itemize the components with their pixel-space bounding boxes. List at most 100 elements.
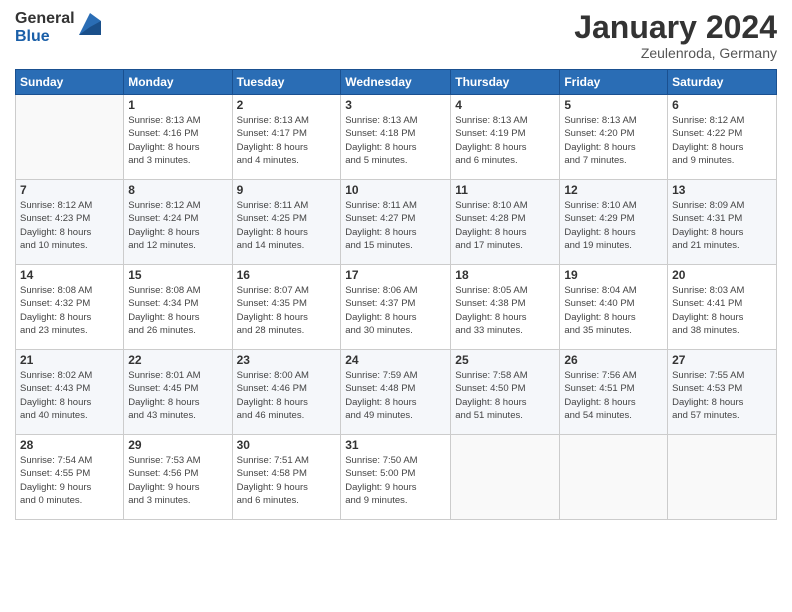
table-cell: 30Sunrise: 7:51 AM Sunset: 4:58 PM Dayli… <box>232 435 341 520</box>
header-saturday: Saturday <box>668 70 777 95</box>
calendar-page: General Blue January 2024 Zeulenroda, Ge… <box>0 0 792 612</box>
title-section: January 2024 Zeulenroda, Germany <box>574 10 777 61</box>
table-cell <box>451 435 560 520</box>
table-cell <box>16 95 124 180</box>
day-number: 17 <box>345 268 446 282</box>
day-info: Sunrise: 8:00 AM Sunset: 4:46 PM Dayligh… <box>237 369 337 422</box>
day-number: 18 <box>455 268 555 282</box>
table-cell: 4 Sunrise: 8:13 AM Sunset: 4:19 PM Daylig… <box>451 95 560 180</box>
month-title: January 2024 <box>574 10 777 45</box>
day-info: Sunrise: 7:56 AM Sunset: 4:51 PM Dayligh… <box>564 369 663 422</box>
day-number: 20 <box>672 268 772 282</box>
week-row-5: 28 Sunrise: 7:54 AM Sunset: 4:55 PM Dayli… <box>16 435 777 520</box>
day-number: 28 <box>20 438 119 452</box>
day-number: 27 <box>672 353 772 367</box>
table-cell: 18Sunrise: 8:05 AM Sunset: 4:38 PM Dayli… <box>451 265 560 350</box>
day-info: Sunrise: 7:50 AM Sunset: 5:00 PM Dayligh… <box>345 454 446 507</box>
day-info: Sunrise: 8:08 AM Sunset: 4:32 PM Dayligh… <box>20 284 119 337</box>
day-info: Sunrise: 7:55 AM Sunset: 4:53 PM Dayligh… <box>672 369 772 422</box>
header-sunday: Sunday <box>16 70 124 95</box>
day-number: 5 <box>564 98 663 112</box>
day-number: 16 <box>237 268 337 282</box>
day-number: 23 <box>237 353 337 367</box>
table-cell: 5 Sunrise: 8:13 AM Sunset: 4:20 PM Daylig… <box>560 95 668 180</box>
day-info: Sunrise: 8:13 AM Sunset: 4:19 PM Dayligh… <box>455 114 555 167</box>
table-cell: 27 Sunrise: 7:55 AM Sunset: 4:53 PM Dayli… <box>668 350 777 435</box>
day-info: Sunrise: 8:11 AM Sunset: 4:25 PM Dayligh… <box>237 199 337 252</box>
logo: General Blue <box>15 10 101 45</box>
table-cell: 20 Sunrise: 8:03 AM Sunset: 4:41 PM Dayli… <box>668 265 777 350</box>
table-cell: 16 Sunrise: 8:07 AM Sunset: 4:35 PM Dayli… <box>232 265 341 350</box>
day-number: 14 <box>20 268 119 282</box>
day-number: 1 <box>128 98 227 112</box>
day-info: Sunrise: 8:13 AM Sunset: 4:16 PM Dayligh… <box>128 114 227 167</box>
calendar-table: Sunday Monday Tuesday Wednesday Thursday… <box>15 69 777 520</box>
day-number: 2 <box>237 98 337 112</box>
day-info: Sunrise: 8:02 AM Sunset: 4:43 PM Dayligh… <box>20 369 119 422</box>
day-info: Sunrise: 7:51 AM Sunset: 4:58 PM Dayligh… <box>237 454 337 507</box>
day-info: Sunrise: 8:12 AM Sunset: 4:22 PM Dayligh… <box>672 114 772 167</box>
day-info: Sunrise: 8:09 AM Sunset: 4:31 PM Dayligh… <box>672 199 772 252</box>
day-number: 11 <box>455 183 555 197</box>
table-cell: 8 Sunrise: 8:12 AM Sunset: 4:24 PM Daylig… <box>124 180 232 265</box>
day-number: 10 <box>345 183 446 197</box>
day-number: 29 <box>128 438 227 452</box>
day-number: 7 <box>20 183 119 197</box>
table-cell: 22Sunrise: 8:01 AM Sunset: 4:45 PM Dayli… <box>124 350 232 435</box>
day-number: 26 <box>564 353 663 367</box>
day-info: Sunrise: 8:13 AM Sunset: 4:18 PM Dayligh… <box>345 114 446 167</box>
day-info: Sunrise: 8:06 AM Sunset: 4:37 PM Dayligh… <box>345 284 446 337</box>
weekday-header-row: Sunday Monday Tuesday Wednesday Thursday… <box>16 70 777 95</box>
table-cell: 14 Sunrise: 8:08 AM Sunset: 4:32 PM Dayli… <box>16 265 124 350</box>
day-number: 24 <box>345 353 446 367</box>
day-info: Sunrise: 7:58 AM Sunset: 4:50 PM Dayligh… <box>455 369 555 422</box>
table-cell: 9Sunrise: 8:11 AM Sunset: 4:25 PM Daylig… <box>232 180 341 265</box>
day-info: Sunrise: 7:54 AM Sunset: 4:55 PM Dayligh… <box>20 454 119 507</box>
day-info: Sunrise: 8:04 AM Sunset: 4:40 PM Dayligh… <box>564 284 663 337</box>
logo-general-text: General <box>15 10 75 28</box>
header-wednesday: Wednesday <box>341 70 451 95</box>
day-number: 8 <box>128 183 227 197</box>
day-number: 19 <box>564 268 663 282</box>
table-cell: 29 Sunrise: 7:53 AM Sunset: 4:56 PM Dayli… <box>124 435 232 520</box>
day-info: Sunrise: 8:12 AM Sunset: 4:23 PM Dayligh… <box>20 199 119 252</box>
day-info: Sunrise: 7:59 AM Sunset: 4:48 PM Dayligh… <box>345 369 446 422</box>
location: Zeulenroda, Germany <box>574 45 777 61</box>
week-row-4: 21 Sunrise: 8:02 AM Sunset: 4:43 PM Dayli… <box>16 350 777 435</box>
day-info: Sunrise: 8:12 AM Sunset: 4:24 PM Dayligh… <box>128 199 227 252</box>
header-thursday: Thursday <box>451 70 560 95</box>
header-tuesday: Tuesday <box>232 70 341 95</box>
table-cell: 12 Sunrise: 8:10 AM Sunset: 4:29 PM Dayli… <box>560 180 668 265</box>
day-info: Sunrise: 8:10 AM Sunset: 4:28 PM Dayligh… <box>455 199 555 252</box>
table-cell: 11 Sunrise: 8:10 AM Sunset: 4:28 PM Dayli… <box>451 180 560 265</box>
table-cell: 2 Sunrise: 8:13 AM Sunset: 4:17 PM Daylig… <box>232 95 341 180</box>
table-cell: 3Sunrise: 8:13 AM Sunset: 4:18 PM Daylig… <box>341 95 451 180</box>
table-cell: 17 Sunrise: 8:06 AM Sunset: 4:37 PM Dayli… <box>341 265 451 350</box>
logo-blue-text: Blue <box>15 28 75 46</box>
day-info: Sunrise: 8:07 AM Sunset: 4:35 PM Dayligh… <box>237 284 337 337</box>
day-info: Sunrise: 7:53 AM Sunset: 4:56 PM Dayligh… <box>128 454 227 507</box>
table-cell <box>668 435 777 520</box>
day-number: 21 <box>20 353 119 367</box>
day-info: Sunrise: 8:10 AM Sunset: 4:29 PM Dayligh… <box>564 199 663 252</box>
table-cell: 1 Sunrise: 8:13 AM Sunset: 4:16 PM Daylig… <box>124 95 232 180</box>
week-row-2: 7 Sunrise: 8:12 AM Sunset: 4:23 PM Daylig… <box>16 180 777 265</box>
day-number: 12 <box>564 183 663 197</box>
day-info: Sunrise: 8:13 AM Sunset: 4:17 PM Dayligh… <box>237 114 337 167</box>
logo-icon <box>79 13 101 35</box>
day-info: Sunrise: 8:03 AM Sunset: 4:41 PM Dayligh… <box>672 284 772 337</box>
week-row-3: 14 Sunrise: 8:08 AM Sunset: 4:32 PM Dayli… <box>16 265 777 350</box>
table-cell: 24 Sunrise: 7:59 AM Sunset: 4:48 PM Dayli… <box>341 350 451 435</box>
day-number: 31 <box>345 438 446 452</box>
day-number: 4 <box>455 98 555 112</box>
day-number: 22 <box>128 353 227 367</box>
week-row-1: 1 Sunrise: 8:13 AM Sunset: 4:16 PM Daylig… <box>16 95 777 180</box>
table-cell: 21 Sunrise: 8:02 AM Sunset: 4:43 PM Dayli… <box>16 350 124 435</box>
table-cell: 7 Sunrise: 8:12 AM Sunset: 4:23 PM Daylig… <box>16 180 124 265</box>
table-cell: 15Sunrise: 8:08 AM Sunset: 4:34 PM Dayli… <box>124 265 232 350</box>
day-number: 25 <box>455 353 555 367</box>
table-cell: 26 Sunrise: 7:56 AM Sunset: 4:51 PM Dayli… <box>560 350 668 435</box>
day-info: Sunrise: 8:13 AM Sunset: 4:20 PM Dayligh… <box>564 114 663 167</box>
header-friday: Friday <box>560 70 668 95</box>
table-cell: 23 Sunrise: 8:00 AM Sunset: 4:46 PM Dayli… <box>232 350 341 435</box>
